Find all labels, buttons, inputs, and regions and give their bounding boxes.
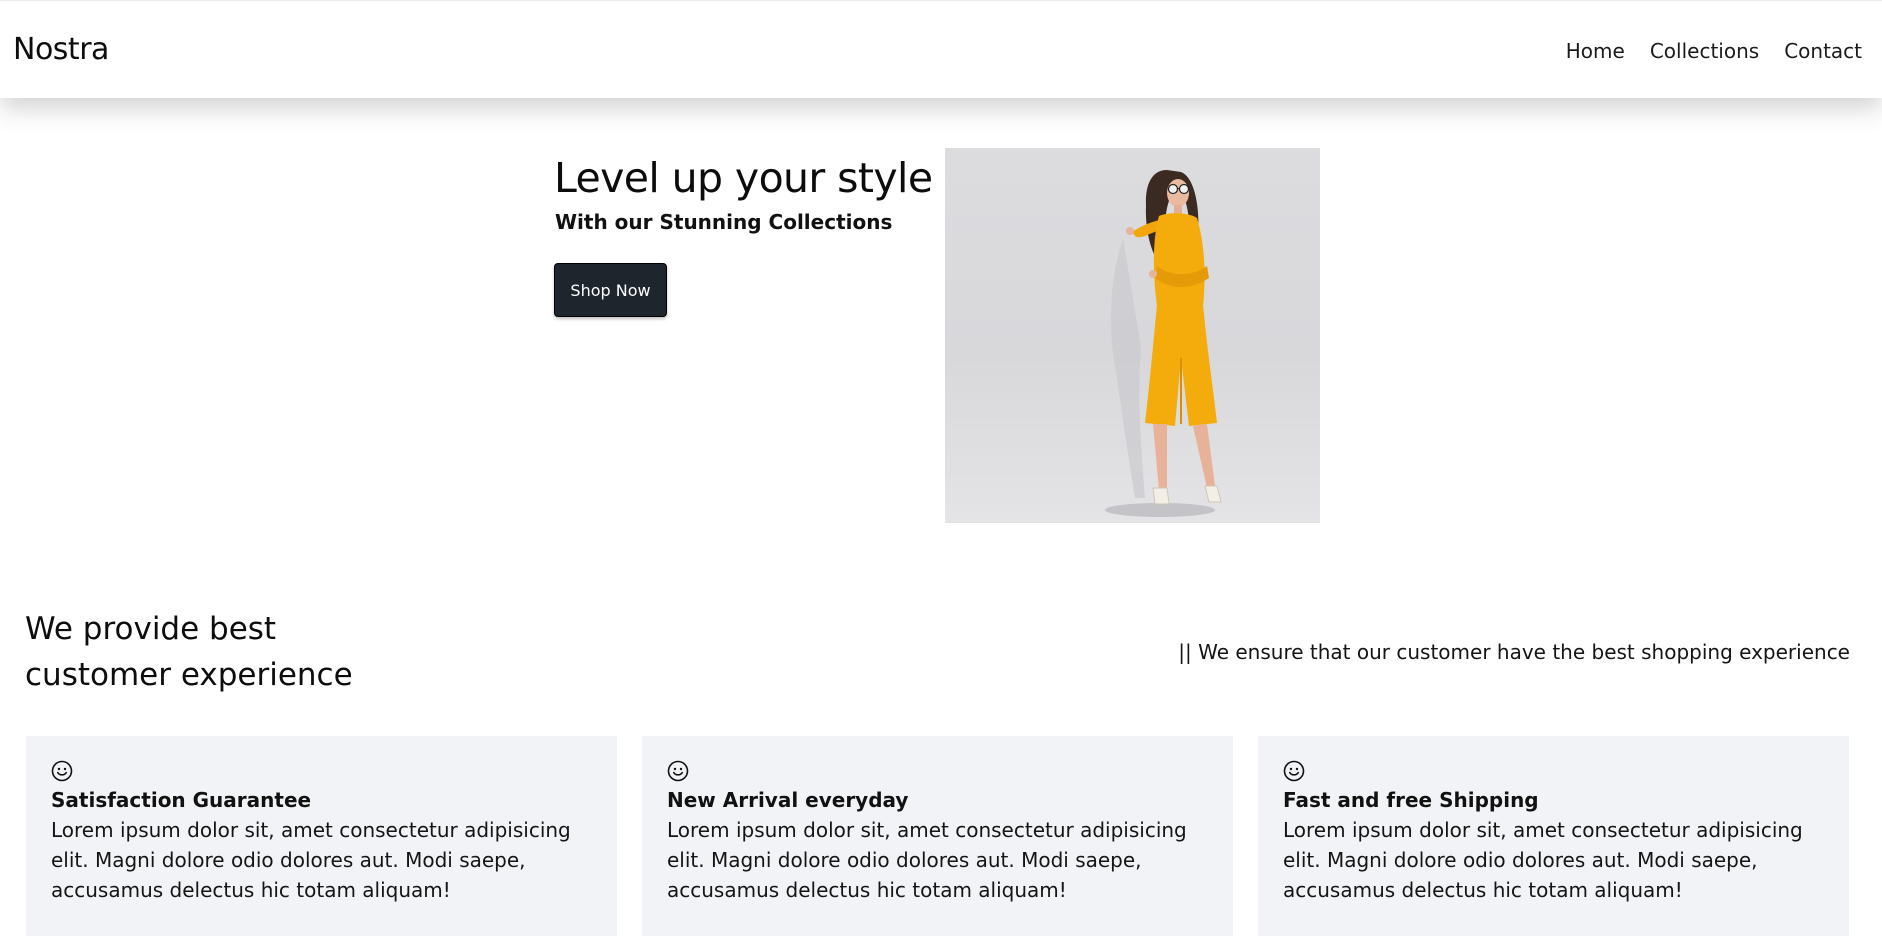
smile-icon (667, 760, 689, 782)
hero-title: Level up your style (554, 154, 933, 202)
main-nav: Home Collections Contact (1566, 38, 1862, 64)
smile-icon (51, 760, 73, 782)
feature-description: Lorem ipsum dolor sit, amet consectetur … (667, 818, 1187, 902)
brand-logo[interactable]: Nostra (13, 32, 109, 68)
feature-title: Satisfaction Guarantee (51, 788, 312, 812)
nav-link-collections[interactable]: Collections (1650, 38, 1759, 64)
woman-in-yellow-outfit-photo (1105, 170, 1222, 517)
feature-card-new-arrival: New Arrival everyday Lorem ipsum dolor s… (642, 736, 1233, 936)
feature-title: Fast and free Shipping (1283, 788, 1539, 812)
feature-title: New Arrival everyday (667, 788, 909, 812)
hero-image (945, 148, 1320, 523)
smile-icon (1283, 760, 1305, 782)
feature-card-satisfaction: Satisfaction Guarantee Lorem ipsum dolor… (26, 736, 617, 936)
feature-description: Lorem ipsum dolor sit, amet consectetur … (51, 818, 571, 902)
nav-link-contact[interactable]: Contact (1784, 38, 1862, 64)
feature-description: Lorem ipsum dolor sit, amet consectetur … (1283, 818, 1803, 902)
experience-tagline: || We ensure that our customer have the … (1178, 640, 1850, 664)
experience-heading: We provide best customer experience (25, 611, 353, 693)
shop-now-button[interactable]: Shop Now (554, 263, 667, 317)
features-row: Satisfaction Guarantee Lorem ipsum dolor… (26, 736, 1850, 936)
feature-card-shipping: Fast and free Shipping Lorem ipsum dolor… (1258, 736, 1849, 936)
hero-subtitle: With our Stunning Collections (555, 210, 893, 234)
nav-link-home[interactable]: Home (1566, 38, 1625, 64)
site-header: Nostra Home Collections Contact (0, 0, 1882, 98)
